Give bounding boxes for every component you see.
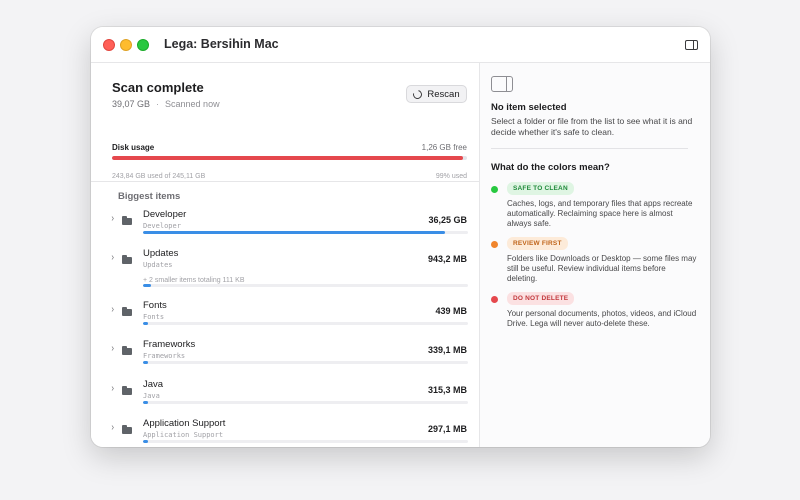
scan-size: 39,07 GB bbox=[112, 99, 151, 109]
chevron-right-icon[interactable]: › bbox=[111, 422, 114, 433]
item-size: 315,3 MB bbox=[427, 385, 467, 395]
folder-icon bbox=[122, 346, 132, 355]
item-size-fill bbox=[143, 440, 149, 443]
item-extra-note: + 2 smaller items totaling 111 KB bbox=[143, 277, 245, 284]
item-size-bar bbox=[143, 440, 468, 443]
inspector-description: Select a folder or file from the list to… bbox=[491, 116, 693, 137]
chevron-right-icon[interactable]: › bbox=[111, 343, 114, 354]
rescan-label: Rescan bbox=[427, 88, 460, 100]
minimize-window-button[interactable] bbox=[120, 39, 132, 51]
window-title: Lega: Bersihin Mac bbox=[164, 37, 279, 51]
item-size-bar bbox=[143, 284, 468, 287]
item-size-bar bbox=[143, 231, 468, 234]
item-name: Frameworks bbox=[143, 339, 196, 350]
chevron-right-icon[interactable]: › bbox=[111, 304, 114, 315]
item-size-fill bbox=[143, 231, 446, 234]
item-path: Developer bbox=[143, 222, 181, 230]
item-name: Fonts bbox=[143, 300, 167, 311]
item-size-bar bbox=[143, 361, 468, 364]
item-path: Updates bbox=[143, 261, 173, 269]
disk-free-text: 1,26 GB free bbox=[421, 143, 467, 152]
inspector-pane: No item selected Select a folder or file… bbox=[480, 63, 710, 447]
disk-usage-label: Disk usage bbox=[112, 143, 155, 152]
legend-description: Your personal documents, photos, videos,… bbox=[507, 309, 697, 328]
item-size: 439 MB bbox=[435, 306, 467, 316]
scan-meta: 39,07 GB · Scanned now bbox=[112, 99, 220, 109]
item-size-bar bbox=[143, 401, 468, 404]
close-window-button[interactable] bbox=[103, 39, 115, 51]
app-window: Lega: Bersihin Mac Scan complete 39,07 G… bbox=[91, 27, 710, 447]
folder-icon bbox=[122, 216, 132, 225]
status-badge: SAFE TO CLEAN bbox=[507, 182, 574, 195]
title-bar: Lega: Bersihin Mac bbox=[91, 27, 710, 63]
item-size-fill bbox=[143, 361, 149, 364]
chevron-right-icon[interactable]: › bbox=[111, 383, 114, 394]
item-size-bar bbox=[143, 322, 468, 325]
chevron-right-icon[interactable]: › bbox=[111, 213, 114, 224]
item-size-fill bbox=[143, 322, 149, 325]
item-name: Java bbox=[143, 379, 164, 390]
item-size: 36,25 GB bbox=[428, 215, 467, 225]
colors-heading: What do the colors mean? bbox=[491, 162, 610, 173]
item-size: 339,1 MB bbox=[427, 345, 467, 355]
biggest-items-heading: Biggest items bbox=[118, 191, 181, 202]
item-size: 943,2 MB bbox=[427, 254, 467, 264]
chevron-right-icon[interactable]: › bbox=[111, 252, 114, 263]
rescan-button[interactable]: Rescan bbox=[406, 85, 467, 103]
folder-icon bbox=[122, 255, 132, 264]
status-dot bbox=[491, 241, 498, 248]
list-item[interactable]: › Fonts Fonts 439 MB bbox=[91, 300, 479, 340]
item-size: 297,1 MB bbox=[427, 424, 467, 434]
sidebar-right-icon bbox=[684, 40, 698, 50]
item-size-fill bbox=[143, 284, 152, 287]
legend-description: Folders like Downloads or Desktop — some… bbox=[507, 254, 697, 283]
status-badge: REVIEW FIRST bbox=[507, 237, 568, 250]
inspector-divider bbox=[491, 148, 688, 149]
status-badge: DO NOT DELETE bbox=[507, 292, 575, 305]
disk-percent-text: 99% used bbox=[435, 173, 467, 180]
list-item[interactable]: › Updates Updates + 2 smaller items totalin… bbox=[91, 248, 479, 288]
item-name: Updates bbox=[143, 248, 179, 259]
item-size-fill bbox=[143, 401, 149, 404]
item-name: Application Support bbox=[143, 418, 226, 429]
scan-title: Scan complete bbox=[112, 80, 204, 95]
list-item[interactable]: › Application Support Application Support 2… bbox=[91, 418, 479, 447]
list-item[interactable]: › Frameworks Frameworks 339,1 MB bbox=[91, 339, 479, 379]
sidebar-toggle-button[interactable] bbox=[680, 35, 702, 55]
status-dot bbox=[491, 186, 498, 193]
inspector-panel-icon bbox=[491, 76, 513, 92]
item-path: Fonts bbox=[143, 313, 165, 321]
folder-icon bbox=[122, 307, 132, 316]
inspector-title: No item selected bbox=[491, 102, 567, 113]
legend-description: Caches, logs, and temporary files that a… bbox=[507, 199, 693, 228]
meta-separator: · bbox=[156, 99, 160, 109]
item-path: Application Support bbox=[143, 431, 224, 439]
scan-results-pane: Scan complete 39,07 GB · Scanned now Resca… bbox=[91, 63, 479, 447]
item-path: Frameworks bbox=[143, 352, 186, 360]
refresh-icon bbox=[411, 87, 425, 101]
divider bbox=[91, 181, 479, 182]
list-item[interactable]: › Java Java 315,3 MB bbox=[91, 379, 479, 419]
item-name: Developer bbox=[143, 209, 187, 220]
list-item[interactable]: › Developer Developer 36,25 GB bbox=[91, 209, 479, 249]
disk-usage-bar bbox=[112, 156, 467, 160]
scan-status: Scanned now bbox=[165, 99, 220, 109]
folder-icon bbox=[122, 386, 132, 395]
disk-used-text: 243,84 GB used of 245,11 GB bbox=[112, 173, 206, 180]
status-dot bbox=[491, 296, 498, 303]
disk-usage-fill bbox=[112, 156, 464, 160]
folder-icon bbox=[122, 425, 132, 434]
item-path: Java bbox=[143, 392, 160, 400]
zoom-window-button[interactable] bbox=[137, 39, 149, 51]
